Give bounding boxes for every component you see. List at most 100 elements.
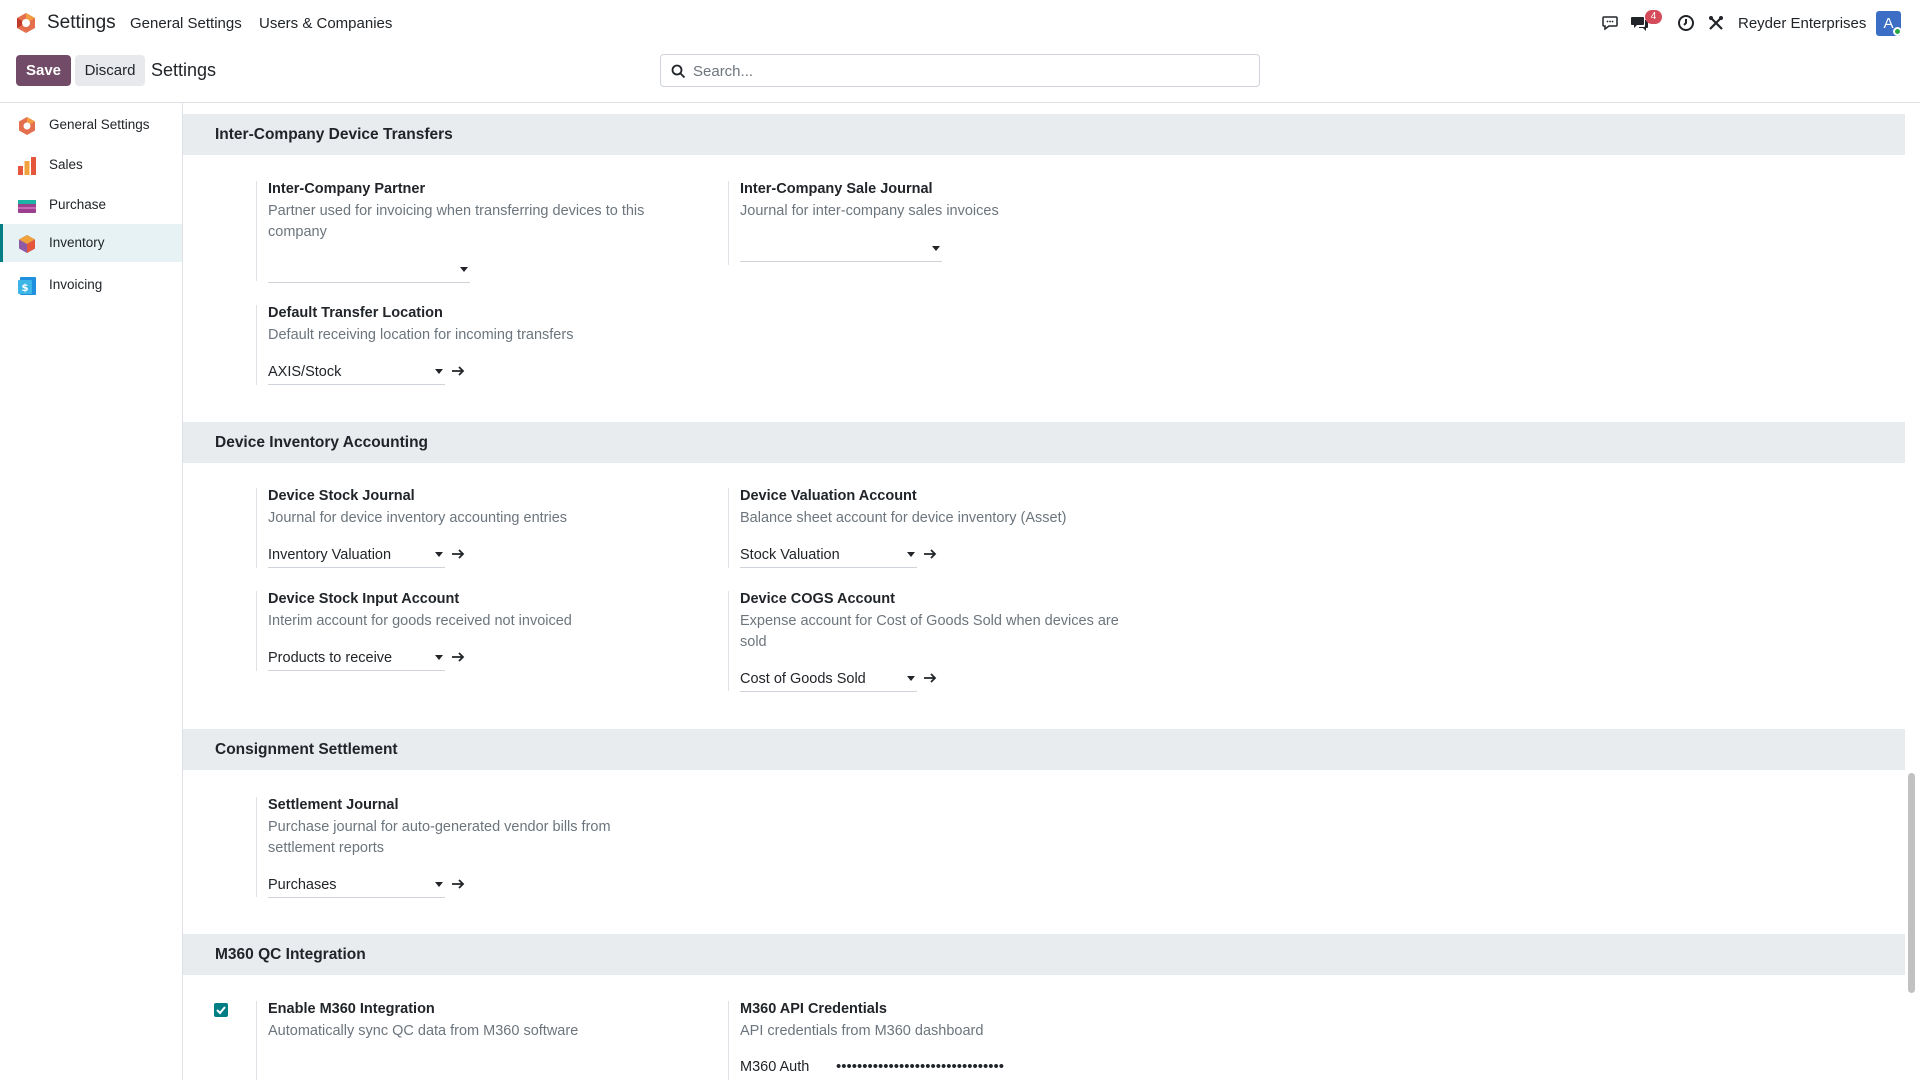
external-link-arrow-icon[interactable] (450, 876, 466, 892)
chevron-down-icon[interactable] (460, 267, 468, 272)
sidebar-item-inventory[interactable]: Inventory (0, 224, 182, 262)
setting-inter-company-sale-journal: Inter-Company Sale Journal Journal for i… (728, 181, 1188, 271)
external-link-arrow-icon[interactable] (450, 363, 466, 379)
setting-separator (256, 797, 257, 897)
chevron-down-icon[interactable] (435, 369, 443, 374)
app-name[interactable]: Settings (47, 12, 116, 34)
setting-settlement-journal: Settlement Journal Purchase journal for … (256, 797, 716, 902)
odoo-logo-icon[interactable] (15, 12, 37, 34)
discard-button[interactable]: Discard (75, 55, 145, 86)
field-value: Stock Valuation (740, 547, 840, 563)
online-status-dot (1893, 27, 1902, 36)
activity-clock-icon[interactable] (1676, 13, 1696, 33)
setting-separator (256, 181, 257, 281)
scrollbar[interactable] (1905, 103, 1920, 1080)
enable-m360-checkbox[interactable] (214, 1003, 228, 1017)
odoo-logo-icon (19, 117, 35, 135)
setting-description: Balance sheet account for device invento… (740, 510, 1067, 526)
search-icon (671, 64, 686, 79)
setting-inter-company-partner: Inter-Company Partner Partner used for i… (256, 181, 716, 286)
external-link-arrow-icon[interactable] (922, 546, 938, 562)
setting-title: Device COGS Account (740, 591, 895, 607)
setting-description: Default receiving location for incoming … (268, 327, 574, 343)
invoicing-dollar-icon: $ (18, 277, 36, 295)
svg-text:$: $ (22, 283, 29, 294)
chevron-down-icon[interactable] (435, 552, 443, 557)
purchase-card-icon (18, 200, 36, 213)
setting-title: Device Valuation Account (740, 488, 917, 504)
sidebar-item-sales[interactable]: Sales (0, 146, 182, 184)
setting-title: Inter-Company Sale Journal (740, 181, 933, 197)
chevron-down-icon[interactable] (907, 676, 915, 681)
section-header-consignment: Consignment Settlement (183, 729, 1905, 770)
external-link-arrow-icon[interactable] (450, 546, 466, 562)
page-title: Settings (151, 60, 217, 80)
field-value: Inventory Valuation (268, 547, 392, 563)
cogs-account-select[interactable]: Cost of Goods Sold (740, 668, 917, 692)
setting-separator (256, 1001, 257, 1080)
external-link-arrow-icon[interactable] (922, 670, 938, 686)
sidebar-item-invoicing[interactable]: $ Invoicing (0, 266, 182, 304)
scrollbar-thumb[interactable] (1908, 773, 1915, 993)
save-button[interactable]: Save (16, 55, 71, 86)
sidebar-item-purchase[interactable]: Purchase (0, 186, 182, 224)
chat-bubble-icon[interactable] (1600, 13, 1620, 33)
m360-auth-label: M360 Auth (740, 1059, 810, 1075)
sidebar-item-label: Purchase (49, 197, 107, 212)
setting-device-stock-journal: Device Stock Journal Journal for device … (256, 488, 716, 572)
setting-title: M360 API Credentials (740, 1001, 887, 1017)
setting-separator (728, 1001, 729, 1080)
setting-title: Device Stock Input Account (268, 591, 460, 607)
setting-description: Interim account for goods received not i… (268, 613, 572, 629)
transfer-location-select[interactable]: AXIS/Stock (268, 361, 445, 385)
setting-device-cogs-account: Device COGS Account Expense account for … (728, 591, 1188, 697)
setting-description: Partner used for invoicing when transfer… (268, 203, 645, 240)
setting-separator (256, 305, 257, 385)
setting-separator (256, 488, 257, 568)
valuation-account-select[interactable]: Stock Valuation (740, 544, 917, 568)
field-value: Products to receive (268, 650, 393, 666)
partner-select[interactable] (268, 259, 470, 283)
setting-separator (256, 591, 257, 671)
chevron-down-icon[interactable] (435, 655, 443, 660)
sidebar-item-label: General Settings (49, 117, 150, 132)
setting-default-transfer-location: Default Transfer Location Default receiv… (256, 305, 716, 385)
notification-badge: 4 (1645, 10, 1662, 24)
menu-users-companies[interactable]: Users & Companies (259, 15, 392, 32)
external-link-arrow-icon[interactable] (450, 649, 466, 665)
top-navbar: Settings General Settings Users & Compan… (0, 0, 1920, 46)
menu-general-settings[interactable]: General Settings (130, 15, 242, 32)
company-switcher[interactable]: Reyder Enterprises (1738, 15, 1866, 32)
sidebar-item-label: Inventory (49, 235, 105, 250)
sidebar-item-general-settings[interactable]: General Settings (0, 106, 182, 144)
chevron-down-icon[interactable] (907, 552, 915, 557)
setting-title: Device Stock Journal (268, 488, 415, 504)
debug-tools-icon[interactable] (1706, 13, 1726, 33)
sales-chart-icon (18, 157, 36, 175)
field-value: Cost of Goods Sold (740, 671, 866, 687)
setting-description: Purchase journal for auto-generated vend… (268, 819, 611, 856)
search-bar[interactable] (660, 54, 1260, 87)
search-input[interactable] (693, 59, 1243, 83)
stock-journal-select[interactable]: Inventory Valuation (268, 544, 445, 568)
setting-description: Expense account for Cost of Goods Sold w… (740, 613, 1119, 650)
section-title: Inter-Company Device Transfers (215, 126, 453, 143)
stock-input-account-select[interactable]: Products to receive (268, 647, 445, 671)
chevron-down-icon[interactable] (932, 246, 940, 251)
sidebar-item-label: Sales (49, 157, 83, 172)
setting-description: API credentials from M360 dashboard (740, 1023, 984, 1039)
setting-description: Automatically sync QC data from M360 sof… (268, 1023, 579, 1039)
m360-auth-password-field[interactable]: •••••••••••••••••••••••••••••••• (836, 1055, 1024, 1080)
setting-title: Enable M360 Integration (268, 1001, 435, 1017)
settings-content: Inter-Company Device Transfers Inter-Com… (183, 103, 1905, 1080)
section-header-m360: M360 QC Integration (183, 934, 1905, 975)
section-title: Device Inventory Accounting (215, 434, 429, 451)
setting-title: Settlement Journal (268, 797, 399, 813)
sale-journal-select[interactable] (740, 238, 942, 262)
setting-title: Inter-Company Partner (268, 181, 426, 197)
setting-enable-m360: Enable M360 Integration Automatically sy… (214, 1001, 716, 1080)
setting-title: Default Transfer Location (268, 305, 443, 321)
chevron-down-icon[interactable] (435, 882, 443, 887)
setting-separator (728, 488, 729, 568)
settlement-journal-select[interactable]: Purchases (268, 874, 445, 898)
